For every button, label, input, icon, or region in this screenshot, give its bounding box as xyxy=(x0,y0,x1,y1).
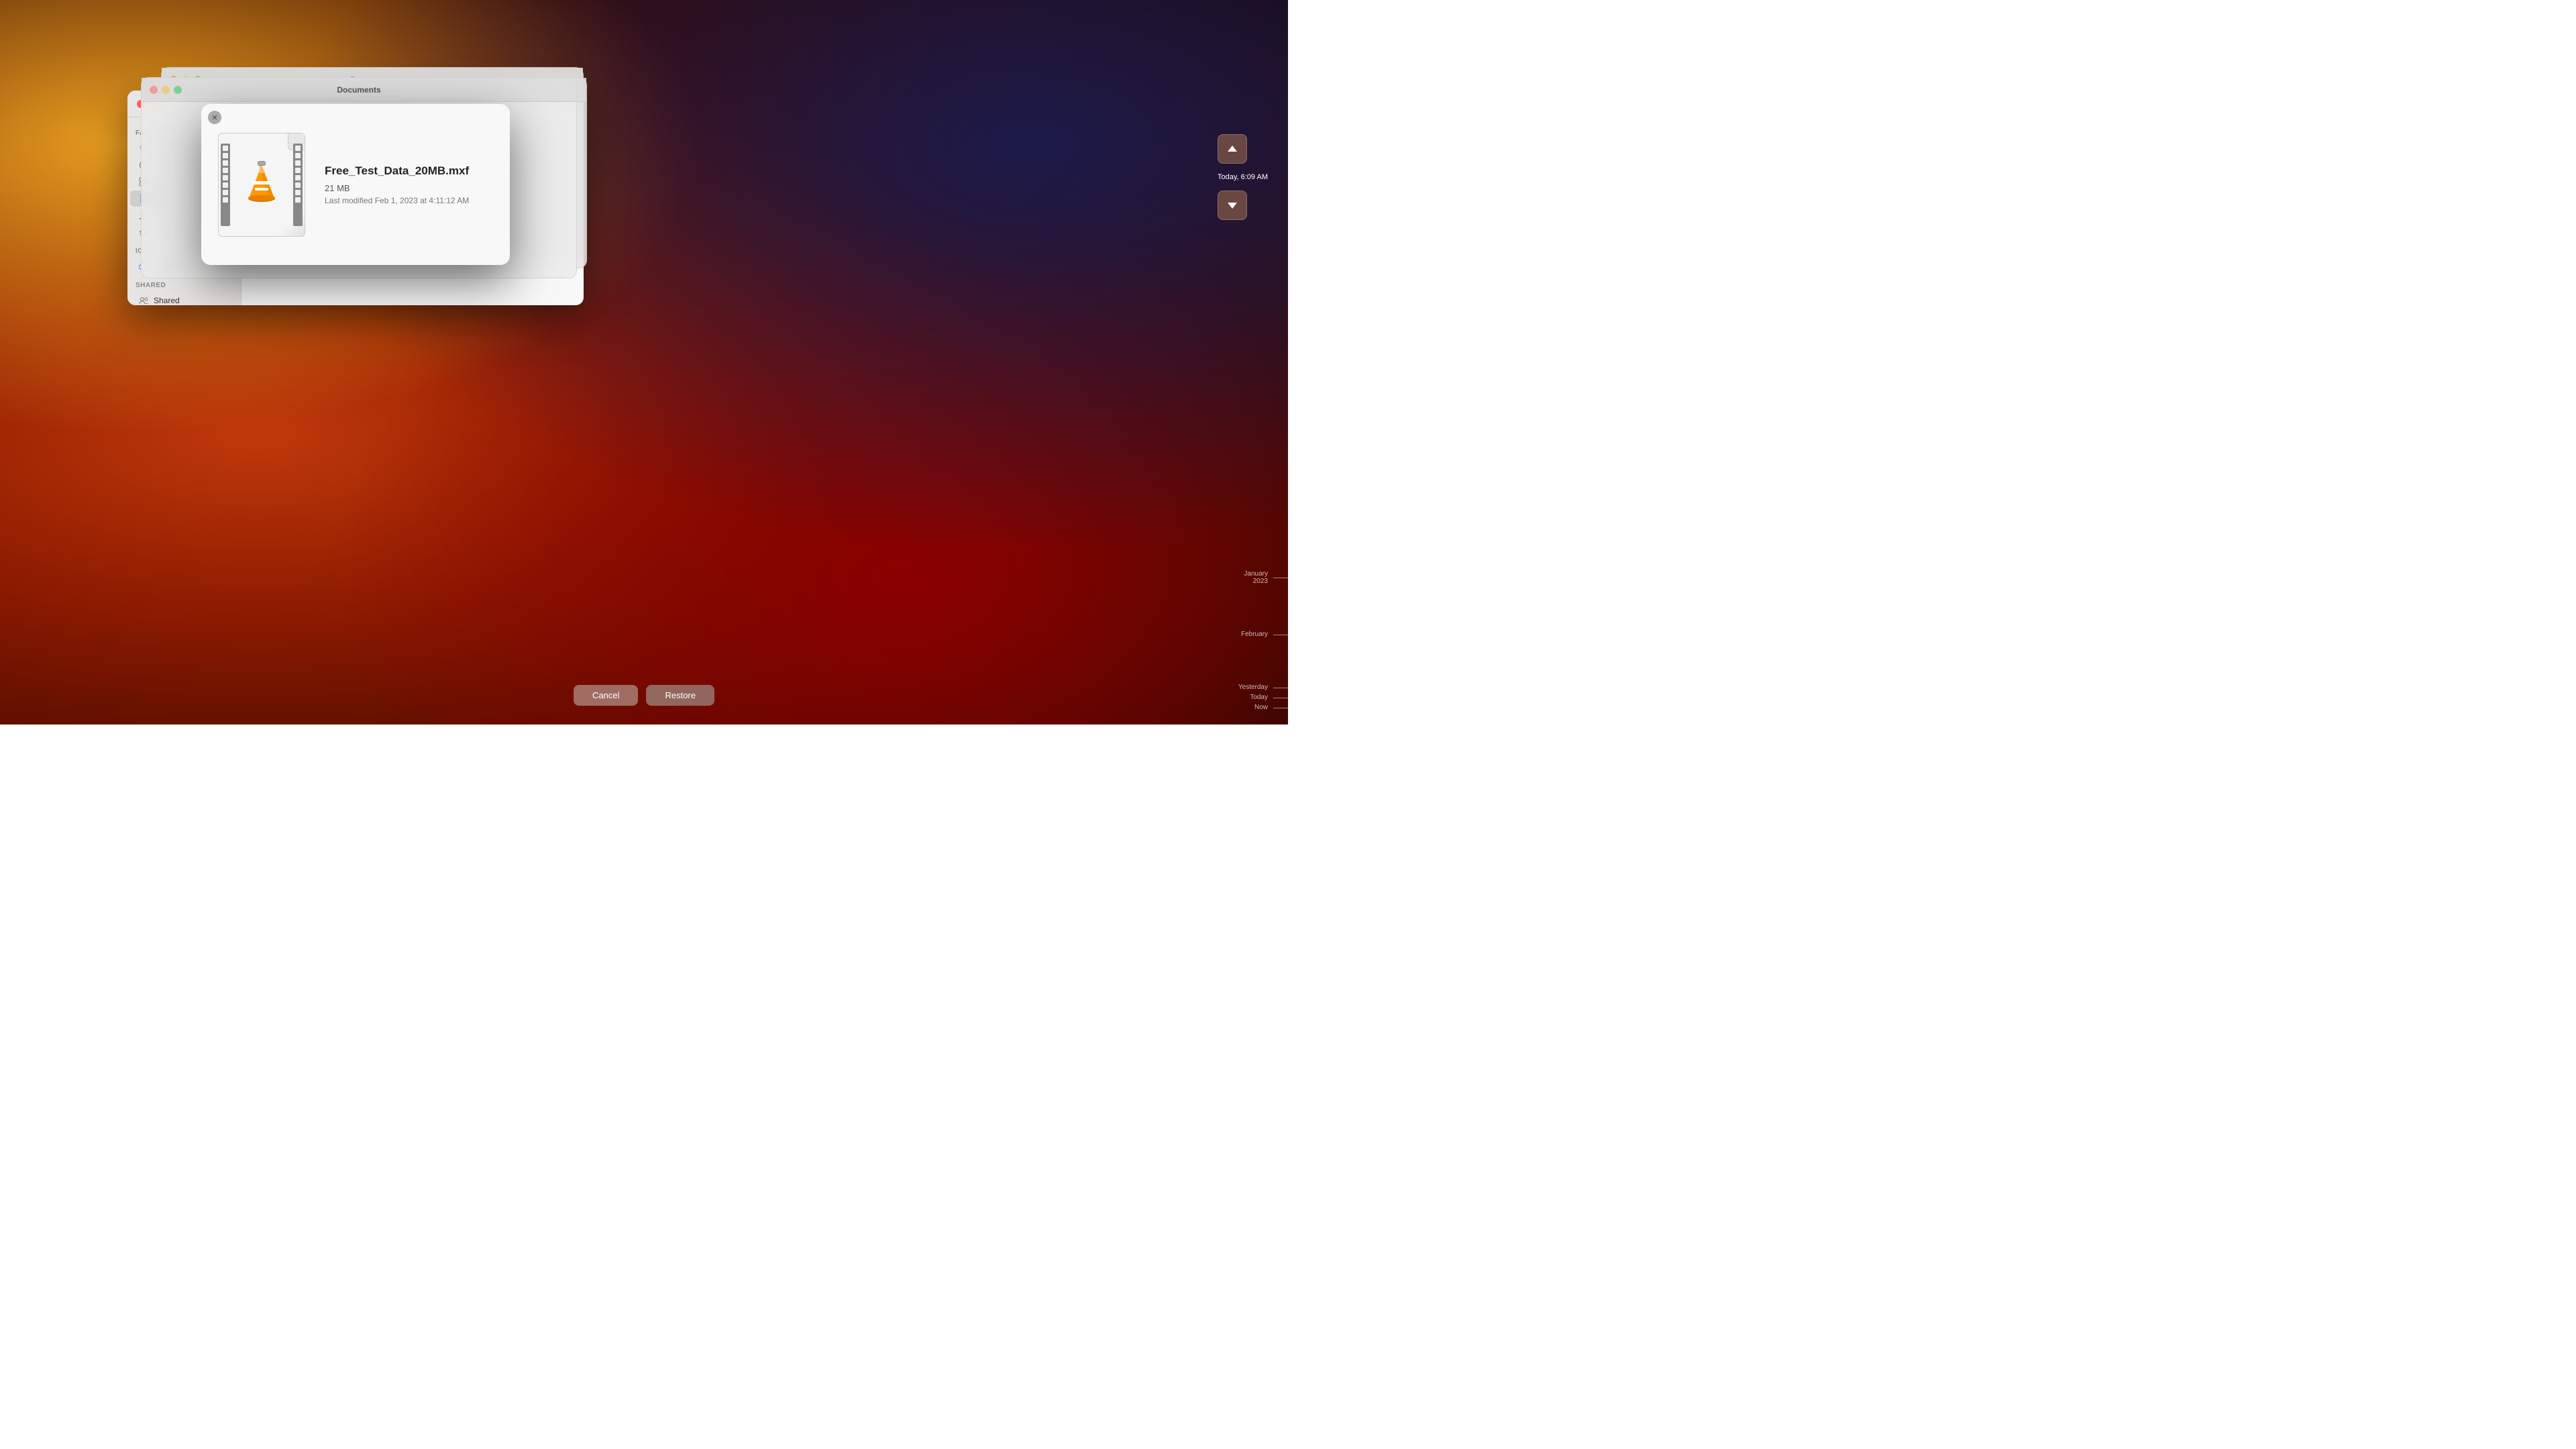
file-size: 21 MB xyxy=(325,183,496,193)
timemachine-timeline: January 2023 February Yesterday Today No… xyxy=(1234,0,1288,724)
film-hole xyxy=(295,153,301,158)
timeline-label-february: February xyxy=(1234,631,1288,638)
film-hole xyxy=(223,182,228,188)
file-info: Free_Test_Data_20MB.mxf 21 MB Last modif… xyxy=(325,164,496,205)
film-hole xyxy=(295,168,301,173)
stack-min-btn-3 xyxy=(162,86,170,94)
file-preview-icon xyxy=(215,131,309,238)
timeline-label-yesterday: Yesterday xyxy=(1234,684,1288,691)
film-hole xyxy=(223,197,228,203)
file-name: Free_Test_Data_20MB.mxf xyxy=(325,164,496,178)
cancel-button[interactable]: Cancel xyxy=(574,685,638,706)
timeline-label-now: Now xyxy=(1234,704,1288,711)
film-hole xyxy=(223,175,228,180)
film-hole xyxy=(223,160,228,166)
quicklook-close-button[interactable]: ✕ xyxy=(208,111,221,124)
close-x-icon: ✕ xyxy=(211,113,217,122)
film-strip-left xyxy=(221,144,230,226)
film-hole xyxy=(223,146,228,151)
film-hole xyxy=(295,197,301,203)
film-hole xyxy=(223,153,228,158)
stack-title-3: Documents xyxy=(337,85,380,95)
film-hole xyxy=(295,190,301,195)
bottom-action-buttons: Cancel Restore xyxy=(574,685,714,706)
quicklook-popup: ✕ xyxy=(201,104,510,265)
shared-icon xyxy=(138,295,149,305)
vlc-cone-icon xyxy=(240,160,284,210)
sidebar-item-shared[interactable]: Shared xyxy=(130,292,238,305)
film-hole xyxy=(295,160,301,166)
film-hole xyxy=(223,168,228,173)
restore-button[interactable]: Restore xyxy=(646,685,714,706)
film-hole xyxy=(223,190,228,195)
timeline-label-today: Today xyxy=(1234,694,1288,701)
film-hole xyxy=(295,175,301,180)
stack-max-btn-3 xyxy=(174,86,182,94)
file-document-shape xyxy=(218,133,305,237)
stack-close-btn-3 xyxy=(150,86,158,94)
file-modified-date: Last modified Feb 1, 2023 at 4:11:12 AM xyxy=(325,196,496,205)
film-strip-right xyxy=(293,144,303,226)
film-hole xyxy=(295,146,301,151)
timeline-label-january: January 2023 xyxy=(1234,570,1288,585)
film-hole xyxy=(295,182,301,188)
sidebar-shared-label: Shared xyxy=(154,296,180,305)
